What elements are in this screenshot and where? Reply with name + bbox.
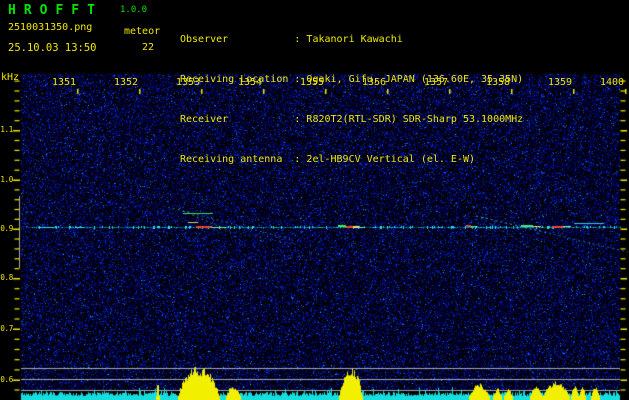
time-tick-label: 1358 xyxy=(486,77,511,88)
info-line-location: Receiving Location : Ogaki, Gifu, JAPAN … xyxy=(180,74,524,86)
time-tick-label: 1356 xyxy=(362,77,387,88)
station-info-block: Observer : Takanori Kawachi Receiving Lo… xyxy=(180,6,523,194)
time-tick-label: 1354 xyxy=(238,77,263,88)
app-version: 1.0.0 xyxy=(120,5,148,15)
info-line-observer: Observer : Takanori Kawachi xyxy=(180,33,403,45)
time-tick-label: 1359 xyxy=(548,77,573,88)
time-tick-label: 1400 xyxy=(600,77,625,88)
info-line-antenna: Receiving antenna : 2el-HB9CV Vertical (… xyxy=(180,154,476,166)
freq-tick-label: 1.1 xyxy=(0,125,13,134)
freq-tick-label: 0.7 xyxy=(0,323,13,333)
time-tick-label: 1352 xyxy=(114,77,139,88)
observation-datetime: 25.10.03 13:50 xyxy=(8,42,97,54)
time-tick-label: 1355 xyxy=(300,77,325,88)
freq-axis-unit-label: kHz xyxy=(1,72,20,83)
time-tick-label: 1351 xyxy=(52,77,77,88)
time-tick-label: 1357 xyxy=(424,77,449,88)
time-tick-label: 1353 xyxy=(176,77,201,88)
freq-tick-label: 0.6 xyxy=(0,374,13,384)
freq-tick-label: 0.8 xyxy=(0,273,13,282)
output-filename: 2510031350.png xyxy=(8,22,93,33)
freq-tick-label: 0.9 xyxy=(0,223,13,233)
freq-tick-label: 1.0 xyxy=(0,174,13,184)
meteor-count: 22 xyxy=(141,42,155,53)
hrofft-output-image: HROFFT 1.0.0 2510031350.png meteor 25.10… xyxy=(0,0,629,400)
mode-label: meteor xyxy=(124,26,161,37)
app-title: HROFFT xyxy=(8,3,103,18)
info-line-receiver: Receiver : R820T2(RTL-SDR) SDR-Sharp 53.… xyxy=(180,114,524,126)
